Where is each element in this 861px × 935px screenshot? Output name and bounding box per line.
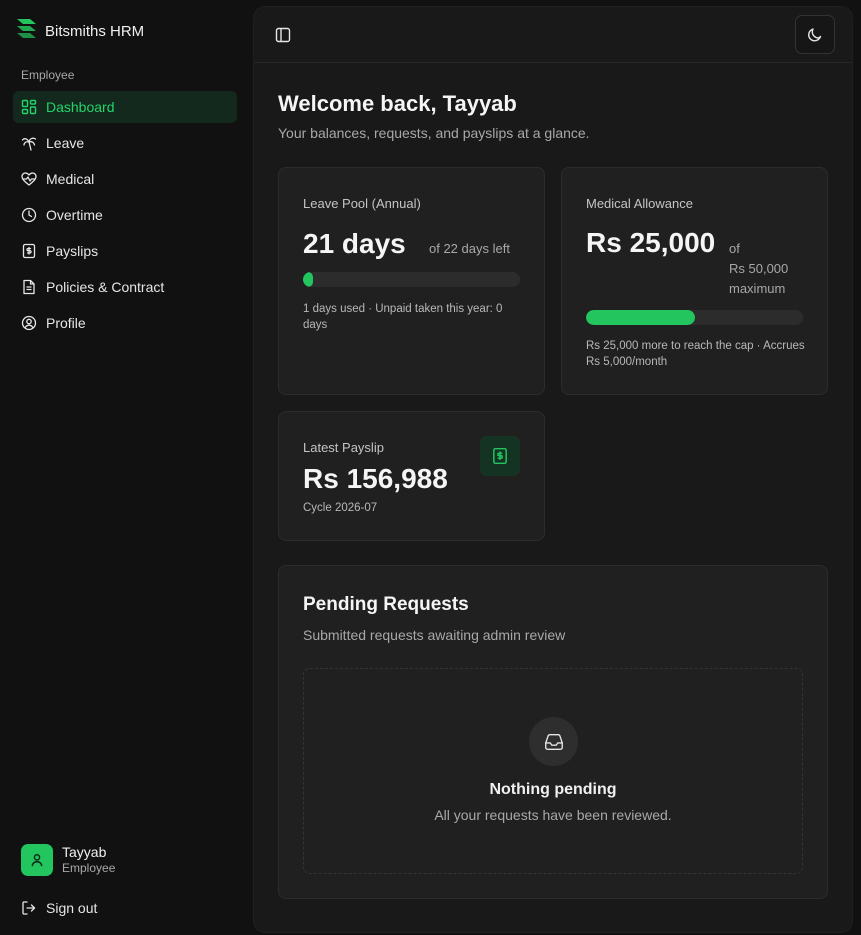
pending-title: Pending Requests [303,594,469,615]
dashboard-icon [21,99,37,115]
leave-card-label: Leave Pool (Annual) [303,196,421,211]
empty-state-title: Nothing pending [489,781,617,798]
medical-value: Rs 25,000 [586,227,716,258]
empty-state-subtitle: All your requests have been reviewed. [434,807,672,823]
sidebar-item-label: Payslips [46,243,99,259]
sidebar-item-overtime[interactable]: Overtime [13,199,237,231]
medical-side-max: Rs 50,000 maximum [729,261,789,296]
sidebar-item-dashboard[interactable]: Dashboard [13,91,237,123]
latest-payslip-card[interactable]: Latest Payslip Rs 156,988 Cycle 2026-07 [278,411,545,541]
pending-requests-card: Pending Requests Submitted requests awai… [278,565,828,899]
sidebar-item-policies[interactable]: Policies & Contract [13,271,237,303]
medical-progress-fill [586,310,695,325]
sidebar-section-label: Employee [21,68,75,82]
leave-progress-fill [303,272,313,287]
medical-progress-bar [586,310,803,325]
medical-allowance-card: Medical Allowance Rs 25,000 of Rs 50,000… [561,167,828,395]
payslip-card-label: Latest Payslip [303,440,384,455]
sidebar-nav: Dashboard Leave Medical Overtime Payslip… [13,91,237,343]
sidebar-item-payslips[interactable]: Payslips [13,235,237,267]
inbox-icon [544,733,563,750]
sidebar-item-medical[interactable]: Medical [13,163,237,195]
sidebar-item-label: Profile [46,315,86,331]
sidebar-item-label: Leave [46,135,85,151]
user-circle-icon [21,315,37,331]
payslip-amount: Rs 156,988 [303,463,448,494]
medical-note: Rs 25,000 more to reach the cap · Accrue… [586,340,805,368]
sidebar-item-label: Policies & Contract [46,279,165,295]
payslip-cycle: Cycle 2026-07 [303,502,378,514]
file-text-icon [23,279,35,295]
log-out-icon [22,901,36,915]
sign-out-label: Sign out [46,900,98,916]
leave-days-side: of 22 days left [429,241,510,256]
pending-subtitle: Submitted requests awaiting admin review [303,627,566,643]
user-name: Tayyab [62,844,107,860]
sidebar-toggle-icon[interactable] [274,26,292,44]
sidebar-item-label: Medical [46,171,95,187]
sidebar-item-leave[interactable]: Leave [13,127,237,159]
palm-tree-icon [21,137,37,151]
medical-card-label: Medical Allowance [586,196,693,211]
leave-pool-card: Leave Pool (Annual) 21 days of 22 days l… [278,167,545,395]
sidebar-item-label: Dashboard [46,99,115,115]
brand-name: Bitsmiths HRM [45,23,145,40]
receipt-dollar-icon [493,447,507,465]
avatar [21,844,53,876]
leave-progress-bar [303,272,520,287]
sign-out-button[interactable]: Sign out [21,900,97,916]
leave-note: 1 days used · Unpaid taken this year: 0 … [303,303,503,331]
main-panel: Welcome back, Tayyab Your balances, requ… [253,6,853,933]
theme-toggle-button[interactable] [795,15,835,54]
page-title: Welcome back, Tayyab [278,91,517,116]
user-role: Employee [62,861,116,875]
empty-state: Nothing pending All your requests have b… [303,668,803,874]
user-info[interactable]: Tayyab Employee [21,844,115,876]
sidebar-item-label: Overtime [46,207,103,223]
brand-logo-icon [16,18,37,45]
page-subtitle: Your balances, requests, and payslips at… [278,125,590,141]
payslip-icon-badge [480,436,520,476]
sidebar-item-profile[interactable]: Profile [13,307,237,339]
user-icon [31,854,43,867]
receipt-icon [22,243,36,259]
inbox-icon-badge [529,717,578,766]
brand[interactable]: Bitsmiths HRM [16,18,144,45]
leave-days-value: 21 days [303,228,406,259]
moon-icon [808,27,822,41]
clock-icon [21,207,37,223]
top-bar [254,7,852,63]
medical-side: of Rs 50,000 maximum [729,239,809,299]
sidebar: Bitsmiths HRM Employee Dashboard Leave M… [0,0,253,935]
medical-side-of: of [729,241,740,256]
heart-pulse-icon [21,172,37,186]
